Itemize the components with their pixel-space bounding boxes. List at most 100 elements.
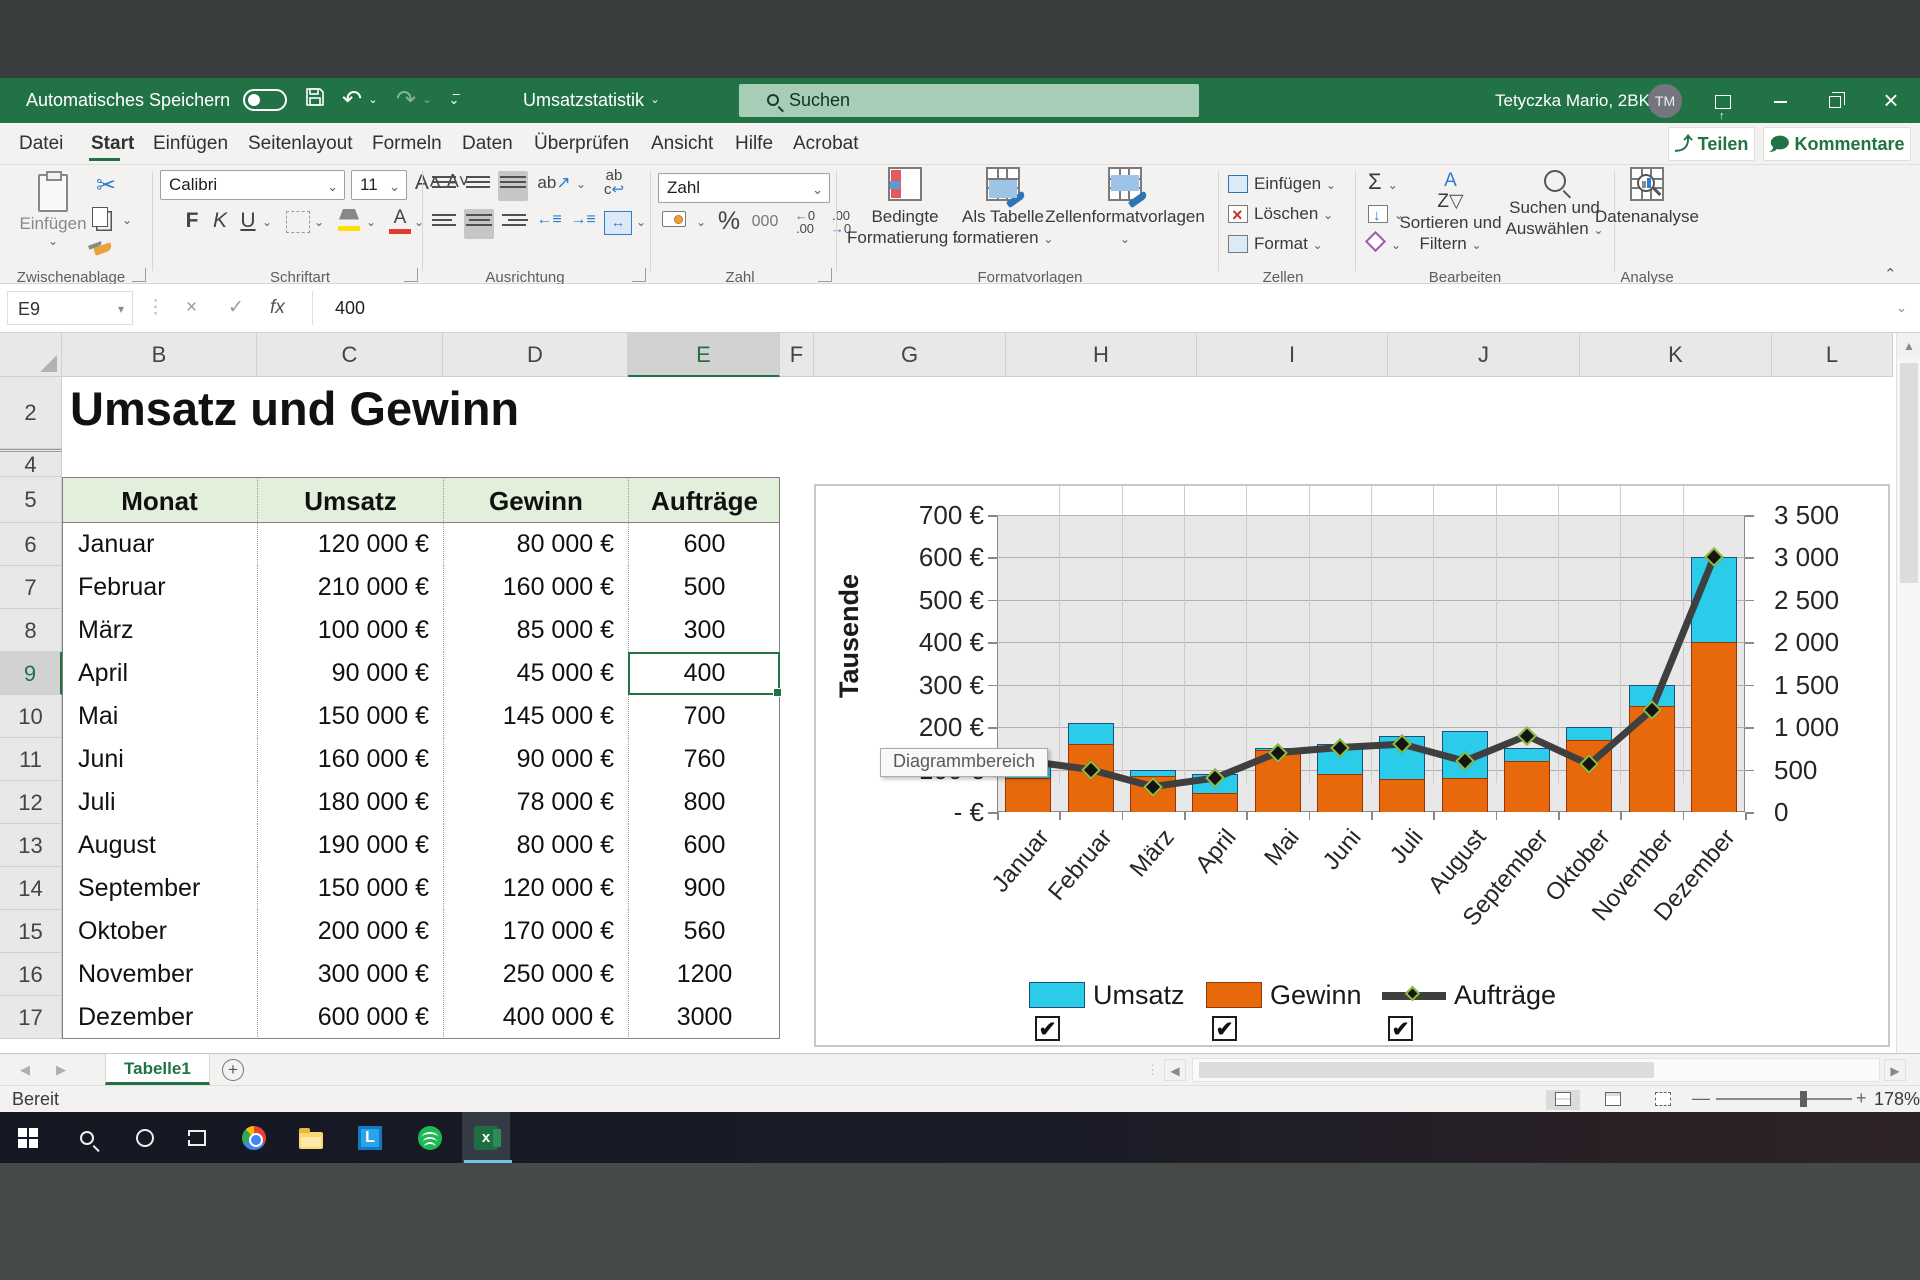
copy-button[interactable] xyxy=(92,207,108,227)
font-size-combo[interactable]: 11⌄ xyxy=(351,170,407,200)
undo-icon[interactable]: ↶ xyxy=(338,86,366,114)
cortana-button[interactable] xyxy=(121,1112,169,1163)
row-header-8[interactable]: 8 xyxy=(0,609,62,652)
ribbon-tab-einfügen[interactable]: Einfügen xyxy=(149,123,214,164)
column-header-d[interactable]: D xyxy=(443,333,628,377)
align-middle-icon[interactable] xyxy=(464,173,492,191)
sheet-nav-left-icon[interactable]: ◀ xyxy=(20,1054,30,1086)
font-dialog-launcher[interactable] xyxy=(404,268,418,282)
table-cell[interactable]: 90 000 € xyxy=(257,652,443,695)
ribbon-tab-daten[interactable]: Daten xyxy=(458,123,500,164)
document-title[interactable]: Umsatzstatistik xyxy=(523,78,644,123)
formula-bar-value[interactable]: 400 xyxy=(335,291,365,325)
user-name[interactable]: Tetyczka Mario, 2BK xyxy=(1495,78,1650,123)
share-button[interactable]: ⤴ Teilen xyxy=(1668,127,1755,161)
column-header-k[interactable]: K xyxy=(1580,333,1772,377)
avatar[interactable]: TM xyxy=(1648,84,1682,118)
start-button[interactable] xyxy=(4,1112,52,1163)
scroll-left-icon[interactable]: ◀ xyxy=(1164,1059,1186,1081)
table-cell[interactable]: 160 000 € xyxy=(257,738,443,781)
namebox-splitter[interactable]: ⋮ xyxy=(146,291,165,325)
zoom-in-icon[interactable]: + xyxy=(1856,1088,1867,1109)
cut-button[interactable]: ✂ xyxy=(88,171,124,200)
borders-icon[interactable] xyxy=(286,211,310,233)
restore-button[interactable] xyxy=(1812,78,1858,123)
table-cell[interactable]: 190 000 € xyxy=(257,824,443,867)
zoom-out-icon[interactable]: — xyxy=(1692,1088,1710,1109)
table-cell[interactable]: 78 000 € xyxy=(443,781,628,824)
select-all-corner[interactable] xyxy=(0,333,62,377)
column-header-f[interactable]: F xyxy=(780,333,814,377)
increase-decimal-button[interactable]: ←0.00 xyxy=(788,209,822,235)
table-cell[interactable]: 600 xyxy=(628,523,780,566)
table-cell[interactable]: 160 000 € xyxy=(443,566,628,609)
column-header-e[interactable]: E xyxy=(628,333,780,377)
table-cell[interactable]: 600 000 € xyxy=(257,996,443,1039)
column-header-i[interactable]: I xyxy=(1197,333,1388,377)
row-header-16[interactable]: 16 xyxy=(0,953,62,996)
l-app-button[interactable]: L xyxy=(346,1112,394,1163)
row-header-10[interactable]: 10 xyxy=(0,695,62,738)
align-top-icon[interactable] xyxy=(430,173,458,191)
underline-button[interactable]: U xyxy=(236,209,260,233)
scroll-up-icon[interactable]: ▲ xyxy=(1897,333,1920,359)
table-cell[interactable]: Oktober xyxy=(62,910,257,953)
chart-area[interactable]: Tausende 700 €3 500600 €3 000500 €2 5004… xyxy=(814,484,1890,1047)
orientation-icon[interactable]: ab↗ xyxy=(534,173,574,193)
worksheet-area[interactable]: BCDEFGHIJKL 24567891011121314151617 Umsa… xyxy=(0,333,1920,1053)
ribbon-tab-ansicht[interactable]: Ansicht xyxy=(647,123,699,164)
cancel-entry-icon[interactable]: × xyxy=(186,291,197,325)
row-header-12[interactable]: 12 xyxy=(0,781,62,824)
horizontal-scroll-thumb[interactable] xyxy=(1199,1062,1654,1078)
ribbon-tab-formeln[interactable]: Formeln xyxy=(368,123,425,164)
taskbar-chrome-button[interactable] xyxy=(230,1112,278,1163)
scroll-right-icon[interactable]: ▶ xyxy=(1884,1059,1906,1081)
format-painter-button[interactable] xyxy=(94,245,112,253)
add-sheet-button[interactable]: + xyxy=(222,1059,244,1081)
table-cell[interactable]: 600 xyxy=(628,824,780,867)
row-header-7[interactable]: 7 xyxy=(0,566,62,609)
row-header-4[interactable]: 4 xyxy=(0,452,62,477)
row-header-5[interactable]: 5 xyxy=(0,477,62,523)
copy-dropdown-icon[interactable]: ⌄ xyxy=(122,213,132,227)
table-cell[interactable]: 100 000 € xyxy=(257,609,443,652)
align-center-icon[interactable] xyxy=(464,209,494,239)
table-cell[interactable]: 45 000 € xyxy=(443,652,628,695)
table-cell[interactable]: Mai xyxy=(62,695,257,738)
row-header-6[interactable]: 6 xyxy=(0,523,62,566)
sort-filter-button[interactable]: AZ▽ Sortieren undFiltern ⌄ xyxy=(1398,170,1503,256)
column-header-h[interactable]: H xyxy=(1006,333,1197,377)
line-auftraege[interactable] xyxy=(997,515,1745,812)
table-cell[interactable]: 170 000 € xyxy=(443,910,628,953)
number-format-combo[interactable]: Zahl⌄ xyxy=(658,173,830,203)
save-icon[interactable] xyxy=(300,86,330,114)
name-box[interactable]: E9▾ xyxy=(7,291,133,325)
search-box[interactable]: Suchen xyxy=(739,84,1199,117)
column-header-b[interactable]: B xyxy=(62,333,257,377)
confirm-entry-icon[interactable]: ✓ xyxy=(228,291,244,325)
legend-checkbox-gewinn[interactable]: ✔ xyxy=(1212,1016,1237,1041)
column-header-j[interactable]: J xyxy=(1388,333,1580,377)
table-cell[interactable]: 560 xyxy=(628,910,780,953)
legend-item-umsatz[interactable]: Umsatz xyxy=(1029,978,1185,1012)
taskbar-search-button[interactable] xyxy=(63,1112,111,1163)
merge-dropdown-icon[interactable]: ⌄ xyxy=(636,215,646,229)
excel-taskbar-button[interactable]: x xyxy=(462,1112,510,1163)
table-cell[interactable]: 150 000 € xyxy=(257,695,443,738)
font-name-combo[interactable]: Calibri⌄ xyxy=(160,170,345,200)
table-header-aufträge[interactable]: Aufträge xyxy=(628,477,780,523)
table-cell[interactable]: 150 000 € xyxy=(257,867,443,910)
table-cell[interactable]: 210 000 € xyxy=(257,566,443,609)
zoom-level[interactable]: 178% xyxy=(1874,1089,1920,1110)
legend-checkbox-umsatz[interactable]: ✔ xyxy=(1035,1016,1060,1041)
redo-dropdown-icon[interactable]: ⌄ xyxy=(420,86,434,114)
decrease-indent-icon[interactable]: ←≡ xyxy=(534,211,564,229)
row-header-11[interactable]: 11 xyxy=(0,738,62,781)
table-cell[interactable]: Dezember xyxy=(62,996,257,1039)
number-dialog-launcher[interactable] xyxy=(818,268,832,282)
zoom-slider[interactable] xyxy=(1716,1098,1852,1100)
paste-button[interactable]: Einfügen ⌄ xyxy=(18,170,88,248)
table-cell[interactable]: 400 000 € xyxy=(443,996,628,1039)
table-cell[interactable]: Juni xyxy=(62,738,257,781)
orientation-dropdown-icon[interactable]: ⌄ xyxy=(576,177,586,191)
